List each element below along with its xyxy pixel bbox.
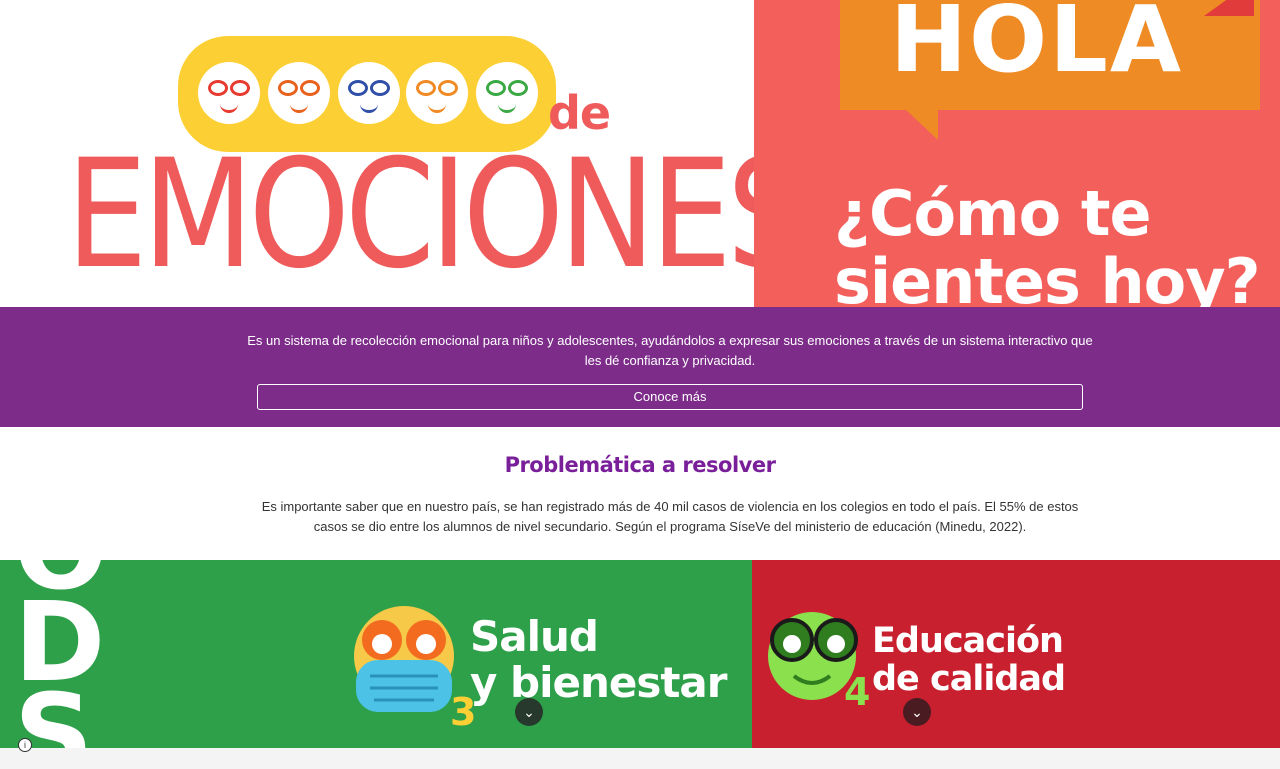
- hero-question: ¿Cómo te sientes hoy?: [834, 177, 1261, 308]
- chevron-down-icon[interactable]: ⌄: [903, 698, 931, 726]
- problem-section: Problemática a resolver Es importante sa…: [0, 427, 1280, 560]
- masked-face-icon: [354, 606, 454, 712]
- ods-card-salud: O D S Salud y bienestar 3 ⌄: [0, 560, 762, 748]
- ods-number-4: 4: [844, 670, 871, 714]
- ods-educacion-title: Educación de calidad: [872, 621, 1066, 699]
- problem-text: Es importante saber que en nuestro país,…: [261, 499, 1079, 534]
- sad-face-icon: [338, 62, 400, 124]
- chevron-down-icon[interactable]: ⌄: [515, 698, 543, 726]
- ods-salud-title: Salud y bienestar: [470, 612, 727, 707]
- hola-banner-tail: [904, 108, 938, 140]
- ods-salud-line1: Salud: [470, 612, 599, 661]
- ods-salud-line2: y bienestar: [470, 658, 727, 707]
- footer-bar: [0, 748, 1280, 769]
- logo-emociones-text: EMOCIONES: [66, 128, 809, 302]
- calm-face-icon: [476, 62, 538, 124]
- hero-question-line2: sientes hoy?: [834, 245, 1261, 308]
- happy-face-icon: [198, 62, 260, 124]
- ods-educacion-line1: Educación: [872, 621, 1064, 661]
- problem-title: Problemática a resolver: [504, 453, 776, 477]
- hola-text: HOLA: [890, 0, 1184, 93]
- angry-face-icon: [268, 62, 330, 124]
- hola-flag-corner: [1204, 0, 1254, 16]
- hero-greeting-panel: HOLA ¿Cómo te sientes hoy?: [754, 0, 1280, 307]
- hero-question-line1: ¿Cómo te: [834, 177, 1152, 250]
- surprised-face-icon: [406, 62, 468, 124]
- ods-educacion-line2: de calidad: [872, 659, 1066, 699]
- conoce-mas-button[interactable]: Conoce más: [257, 384, 1083, 410]
- info-icon[interactable]: i: [18, 738, 32, 752]
- intro-text: Es un sistema de recolección emocional p…: [247, 333, 1093, 368]
- ods-number-3: 3: [450, 690, 477, 734]
- hero-section: de EMOCIONES HOLA ¿Cómo te sientes hoy?: [0, 0, 1280, 307]
- intro-section: Es un sistema de recolección emocional p…: [0, 307, 1280, 427]
- ods-card-educacion: Educación de calidad 4 ⌄: [752, 560, 1280, 748]
- ods-vertical-letters: O D S: [14, 560, 108, 748]
